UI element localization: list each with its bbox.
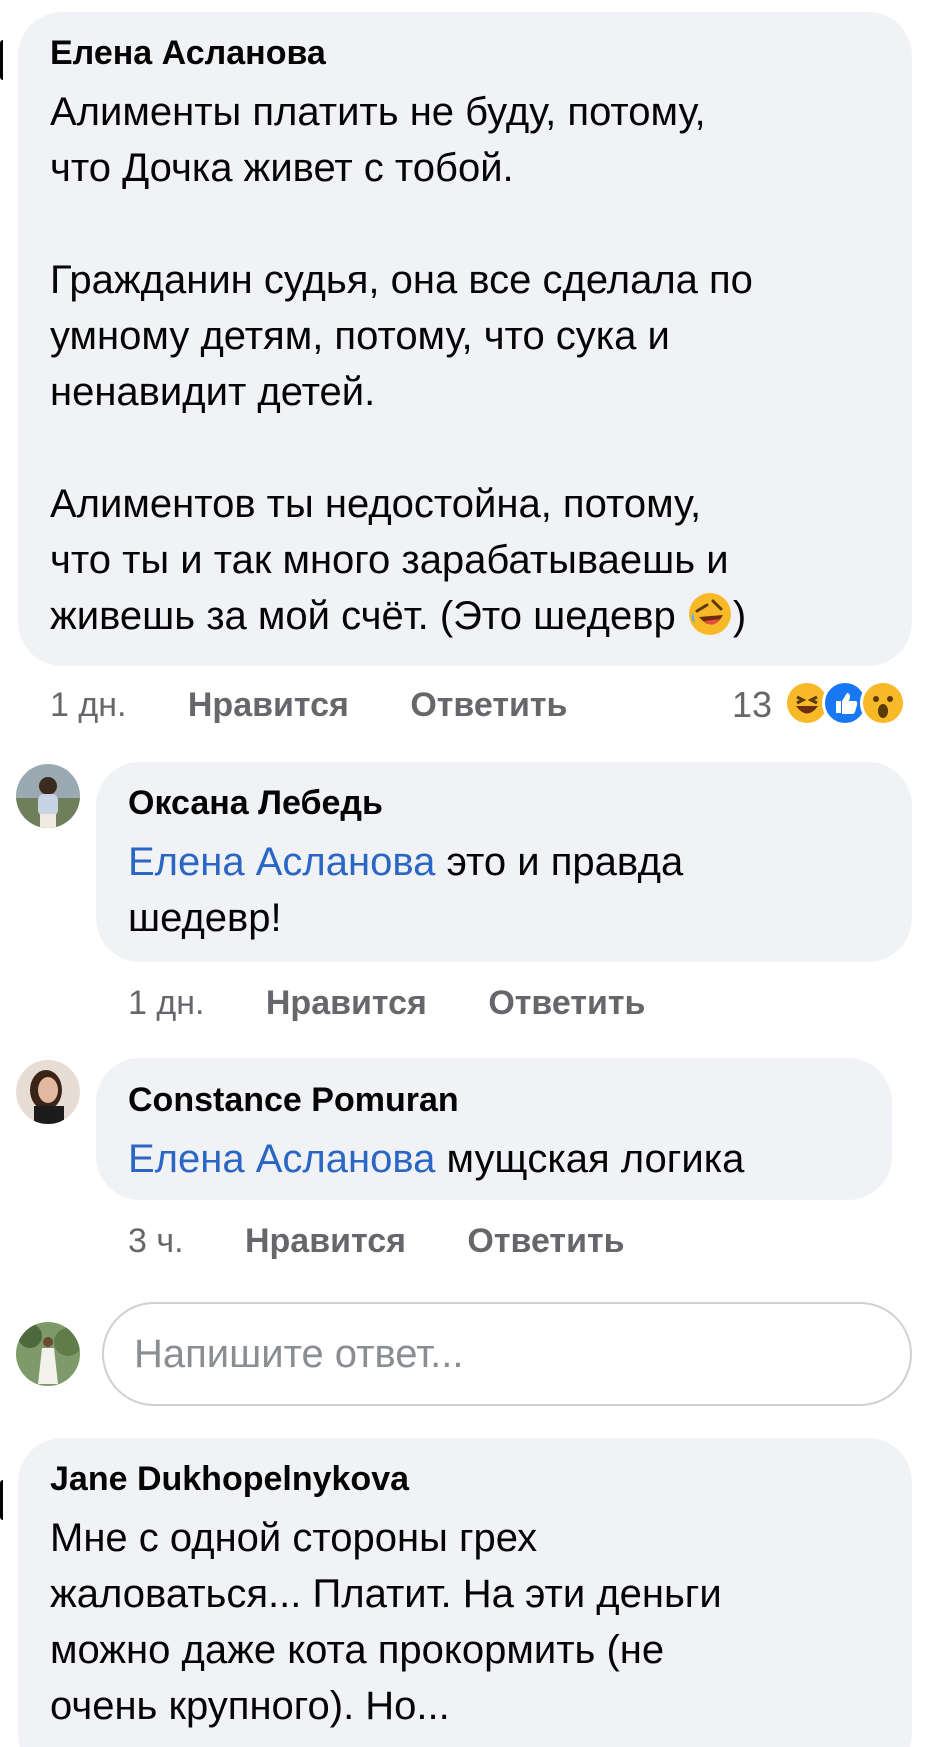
comment-line: живешь за мой счёт. (Это шедевр [50, 594, 676, 638]
mention-link[interactable]: Елена Асланова [128, 1137, 435, 1181]
comment-line: умному детям, потому, что сука и [50, 314, 670, 358]
reply-button[interactable]: Ответить [488, 984, 645, 1023]
comment-line: что Дочка живет с тобой. [50, 146, 514, 190]
reply-button[interactable]: Ответить [467, 1222, 624, 1261]
comment-line-last: живешь за мой счёт. (Это шедевр ) [50, 588, 890, 644]
avatar[interactable] [16, 1060, 80, 1124]
timestamp[interactable]: 3 ч. [128, 1222, 184, 1261]
like-button[interactable]: Нравится [245, 1222, 406, 1261]
comment-line: Гражданин судья, она все сделала по [50, 258, 753, 302]
comment-author[interactable]: Елена Асланова [50, 34, 326, 73]
like-button[interactable]: Нравится [266, 984, 427, 1023]
avatar[interactable] [16, 764, 80, 828]
timestamp[interactable]: 1 дн. [128, 984, 204, 1023]
mention-link[interactable]: Елена Асланова [128, 840, 435, 884]
comment-author[interactable]: Jane Dukhopelnykova [50, 1460, 409, 1499]
rofl-emoji-icon [687, 591, 733, 637]
reaction-icons[interactable] [784, 680, 914, 726]
reply-author[interactable]: Constance Pomuran [128, 1081, 459, 1120]
reply-text: Елена Асланова мущская логика [128, 1137, 745, 1181]
reply-button[interactable]: Ответить [410, 686, 567, 725]
reply-actions: 1 дн. Нравится Ответить [128, 984, 645, 1023]
reply-input[interactable]: Напишите ответ... [102, 1302, 912, 1406]
comment-line: что ты и так много зарабатываешь и [50, 538, 729, 582]
timestamp[interactable]: 1 дн. [50, 686, 126, 725]
reply-text: Елена Асланова это и правда шедевр! [128, 840, 684, 940]
comment-line: очень крупного). Но... [50, 1684, 450, 1728]
reply-input-placeholder: Напишите ответ... [134, 1332, 464, 1376]
comment-line: Алименты платить не буду, потому, [50, 90, 706, 134]
thread-line-top [0, 40, 6, 80]
comment-line [50, 420, 890, 476]
comment-closing: ) [732, 594, 747, 638]
like-button[interactable]: Нравится [188, 686, 349, 725]
comment-line: можно даже кота прокормить (не [50, 1628, 665, 1672]
current-user-avatar [16, 1322, 80, 1386]
comment-text: Мне с одной стороны грех жаловаться... П… [50, 1510, 890, 1734]
reaction-count[interactable]: 13 [732, 684, 772, 726]
reply-actions: 3 ч. Нравится Ответить [128, 1222, 625, 1261]
comment-line: ненавидит детей. [50, 370, 376, 414]
thread-line-bottom [0, 1480, 6, 1520]
wow-icon [860, 680, 906, 726]
comment-line: Мне с одной стороны грех [50, 1516, 538, 1560]
comment-actions: 1 дн. Нравится Ответить [50, 686, 567, 725]
comment-text: Алименты платить не буду, потому, что До… [50, 84, 890, 644]
comment-line: Алиментов ты недостойна, потому, [50, 482, 702, 526]
comment-line [50, 196, 890, 252]
reply-author[interactable]: Оксана Лебедь [128, 784, 383, 823]
comment-line: жаловаться... Платит. На эти деньги [50, 1572, 722, 1616]
